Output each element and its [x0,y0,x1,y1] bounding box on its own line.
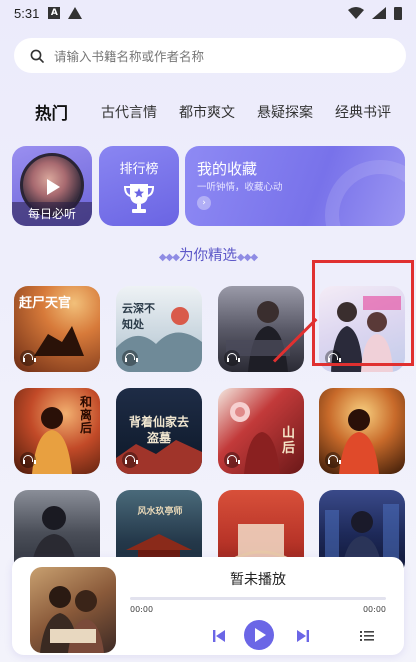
daily-label: 每日必听 [12,202,92,226]
play-icon [47,179,60,195]
tab-hot[interactable]: 热门 [35,100,68,124]
section-deco-right: ◆◆◆ [237,252,258,263]
tab-urban[interactable]: 都市爽文 [179,102,235,122]
section-title-text: 为你精选 [179,248,237,264]
ranking-label: 排行榜 [119,162,159,177]
headphones-icon [122,452,138,468]
warning-icon [68,7,83,19]
cover-title: 风水玖亭师 [137,507,183,517]
time-total: 00:00 [362,605,386,614]
daily-listen-card[interactable]: 每日必听 [12,146,92,226]
book-cover[interactable]: 云深不知处 [116,286,202,372]
playlist-icon[interactable] [360,629,374,643]
play-button[interactable] [244,620,274,650]
player-cover [30,567,116,653]
tab-mystery[interactable]: 悬疑探案 [257,102,313,122]
book-cover[interactable]: 山后 [218,388,304,474]
cover-title: 和离后 [80,395,93,435]
favorites-card[interactable]: 我的收藏 一听钟情，收藏心动 › [185,146,405,226]
cover-title: 赶尸天官 [19,296,72,311]
headphones-icon [20,452,36,468]
player-status: 暂未播放 [230,572,286,588]
headphones-icon [122,350,138,366]
progress-bar[interactable] [130,597,386,600]
status-bar: 5:31 A [0,0,416,26]
trophy-icon [123,184,155,213]
tab-classic-review[interactable]: 经典书评 [335,102,391,122]
book-cover[interactable]: 和离后 [14,388,100,474]
headphones-icon [224,350,240,366]
headphones-icon [224,452,240,468]
time-current: 00:00 [130,605,154,614]
book-cover[interactable]: 赶尸天官 [14,286,100,372]
tab-ancient-romance[interactable]: 古代言情 [101,102,157,122]
signal-icon [372,7,386,19]
decor-ring [325,160,405,226]
search-input[interactable]: 请输入书籍名称或作者名称 [54,46,204,65]
section-deco-left: ◆◆◆ [158,252,180,263]
book-cover[interactable] [218,286,304,372]
favorites-title: 我的收藏 [197,160,258,178]
previous-icon[interactable] [212,629,226,643]
headphones-icon [20,350,36,366]
category-tabs: 热门 古代言情 都市爽文 悬疑探案 经典书评 [0,99,416,125]
wifi-icon [348,7,364,19]
status-time: 5:31 [14,5,40,21]
search-icon [30,49,44,63]
search-bar[interactable]: 请输入书籍名称或作者名称 [14,38,406,73]
battery-icon [394,6,402,20]
a-icon: A [48,7,61,19]
cover-title: 山后 [282,426,296,456]
cover-title: 云深不知处 [122,302,155,331]
mini-player[interactable]: 暂未播放 00:00 00:00 [12,557,404,655]
book-cover[interactable] [319,388,405,474]
chevron-right-icon: › [197,196,211,210]
cover-title: 背着仙家去盗墓 [128,415,189,445]
book-cover[interactable]: 背着仙家去盗墓 [116,388,202,474]
favorites-subtitle: 一听钟情，收藏心动 [197,182,283,193]
highlight-box [312,260,414,366]
ranking-card[interactable]: 排行榜 [99,146,179,226]
headphones-icon [325,452,341,468]
next-icon[interactable] [296,629,310,643]
